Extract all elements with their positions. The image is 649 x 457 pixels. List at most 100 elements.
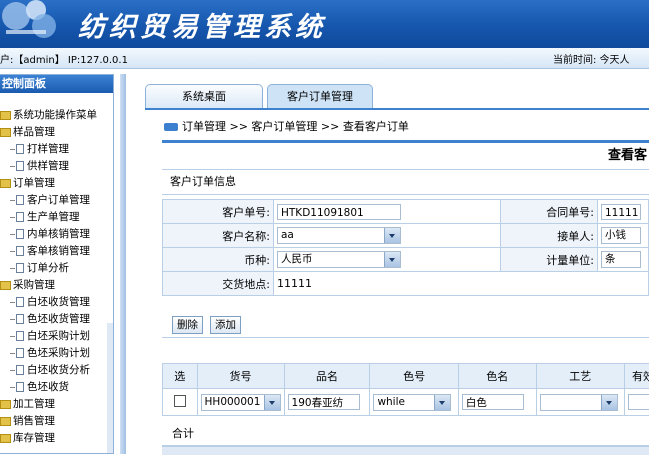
chevron-down-icon[interactable]: [434, 395, 450, 410]
color-name-field[interactable]: 白色: [462, 394, 524, 410]
sidebar-item[interactable]: 内单核销管理: [0, 226, 113, 243]
sidebar-item[interactable]: 采购管理: [0, 277, 113, 294]
sidebar-item-label: 供样管理: [27, 160, 69, 172]
folder-icon: [0, 281, 11, 290]
app-title: 纺织贸易管理系统: [78, 5, 326, 44]
customer-no-field[interactable]: HTKD11091801: [277, 204, 401, 220]
panel-title: 查看客: [162, 143, 649, 170]
tree-line: [10, 251, 15, 252]
sidebar-item[interactable]: 订单分析: [0, 260, 113, 277]
sidebar-item-label: 打样管理: [27, 143, 69, 155]
sidebar-item[interactable]: 销售管理: [0, 413, 113, 430]
document-icon: [16, 314, 24, 324]
sidebar-item-label: 订单分析: [27, 262, 69, 274]
sidebar-item-label: 采购管理: [13, 279, 55, 291]
sidebar-item[interactable]: 客户订单管理: [0, 192, 113, 209]
sidebar-item-label: 订单管理: [13, 177, 55, 189]
sidebar-title: 控制面板: [0, 75, 113, 93]
unit-select[interactable]: 条: [601, 251, 641, 268]
currency-label: 币种:: [163, 248, 274, 272]
col-name: 品名: [284, 364, 370, 389]
folder-icon: [0, 111, 11, 120]
sidebar-item-label: 内单核销管理: [27, 228, 90, 240]
contract-no-field[interactable]: 11111: [601, 204, 641, 220]
sidebar-item[interactable]: 白坯收货管理: [0, 294, 113, 311]
item-no-select[interactable]: HH000001: [201, 394, 281, 411]
sidebar-item[interactable]: 打样管理: [0, 141, 113, 158]
tree-line: [10, 166, 15, 167]
sidebar-item[interactable]: 系统功能操作菜单: [0, 107, 113, 124]
contract-no-label: 合同单号:: [501, 200, 598, 224]
col-item-no: 货号: [197, 364, 284, 389]
item-name-field[interactable]: 190春亚纺: [288, 394, 360, 410]
sidebar-item-label: 库存管理: [13, 432, 55, 444]
sidebar-item-label: 系统功能操作菜单: [13, 109, 97, 121]
row-checkbox[interactable]: [174, 395, 186, 407]
tree-line: [10, 319, 15, 320]
delete-button[interactable]: 删除: [172, 316, 203, 334]
sidebar-item-label: 白坯收货管理: [27, 296, 90, 308]
sidebar-scrollbar[interactable]: [107, 323, 113, 453]
customer-name-select[interactable]: aa: [277, 227, 401, 244]
menu-tree: 系统功能操作菜单样品管理打样管理供样管理订单管理客户订单管理生产单管理内单核销管…: [0, 93, 113, 447]
tab-customer-orders[interactable]: 客户订单管理: [267, 84, 373, 108]
user-info: 户:【admin】 IP:127.0.0.1: [0, 51, 128, 66]
tree-line: [10, 200, 15, 201]
sidebar-item-label: 销售管理: [13, 415, 55, 427]
sidebar-item[interactable]: 加工管理: [0, 396, 113, 413]
col-color-name: 色名: [458, 364, 536, 389]
tree-line: [10, 302, 15, 303]
chevron-down-icon[interactable]: [384, 228, 400, 243]
tab-desktop[interactable]: 系统桌面: [145, 84, 263, 108]
tree-line: [10, 234, 15, 235]
sidebar: 控制面板 系统功能操作菜单样品管理打样管理供样管理订单管理客户订单管理生产单管理…: [0, 74, 114, 454]
chevron-down-icon[interactable]: [264, 395, 280, 410]
currency-select[interactable]: 人民币: [277, 251, 401, 268]
tab-strip: 系统桌面 客户订单管理: [145, 82, 649, 110]
craft-select[interactable]: [540, 394, 618, 411]
tree-line: [10, 370, 15, 371]
color-no-select[interactable]: while: [373, 394, 451, 411]
order-panel: 查看客 客户订单信息 客户单号: HTKD11091801 合同单号: 1111…: [162, 140, 649, 457]
sidebar-item[interactable]: 白坯采购计划: [0, 328, 113, 345]
sidebar-item[interactable]: 生产单管理: [0, 209, 113, 226]
document-icon: [16, 229, 24, 239]
tree-line: [10, 353, 15, 354]
add-button[interactable]: 添加: [210, 316, 241, 334]
sidebar-item-label: 白坯收货分析: [27, 364, 90, 376]
customer-no-label: 客户单号:: [163, 200, 274, 224]
delivery-value: 11111: [274, 272, 649, 296]
tree-line: [10, 387, 15, 388]
sidebar-item[interactable]: 样品管理: [0, 124, 113, 141]
splitter-bar[interactable]: [120, 74, 126, 454]
col-color-no: 色号: [370, 364, 458, 389]
sidebar-item[interactable]: 白坯收货分析: [0, 362, 113, 379]
sidebar-item[interactable]: 库存管理: [0, 430, 113, 447]
header-banner: 纺织贸易管理系统: [0, 0, 649, 48]
sidebar-item[interactable]: 订单管理: [0, 175, 113, 192]
sidebar-item[interactable]: 客单核销管理: [0, 243, 113, 260]
sidebar-item[interactable]: 色坯收货管理: [0, 311, 113, 328]
chevron-down-icon[interactable]: [601, 395, 617, 410]
sidebar-item-label: 色坯收货管理: [27, 313, 90, 325]
chevron-down-icon[interactable]: [384, 252, 400, 267]
sidebar-item-label: 白坯采购计划: [27, 330, 90, 342]
receiver-select[interactable]: 小钱: [601, 227, 641, 244]
tree-line: [10, 336, 15, 337]
sidebar-item[interactable]: 色坯收货: [0, 379, 113, 396]
sidebar-item-label: 加工管理: [13, 398, 55, 410]
sidebar-item[interactable]: 色坯采购计划: [0, 345, 113, 362]
breadcrumb-icon: [164, 123, 178, 131]
valid-field[interactable]: [628, 394, 649, 410]
col-craft: 工艺: [536, 364, 624, 389]
folder-icon: [0, 128, 11, 137]
document-icon: [16, 263, 24, 273]
document-icon: [16, 348, 24, 358]
folder-icon: [0, 417, 11, 426]
delivery-label: 交货地点:: [163, 272, 274, 296]
folder-icon: [0, 400, 11, 409]
sidebar-item-label: 客户订单管理: [27, 194, 90, 206]
receiver-label: 接单人:: [501, 224, 598, 248]
tree-line: [10, 268, 15, 269]
sidebar-item[interactable]: 供样管理: [0, 158, 113, 175]
